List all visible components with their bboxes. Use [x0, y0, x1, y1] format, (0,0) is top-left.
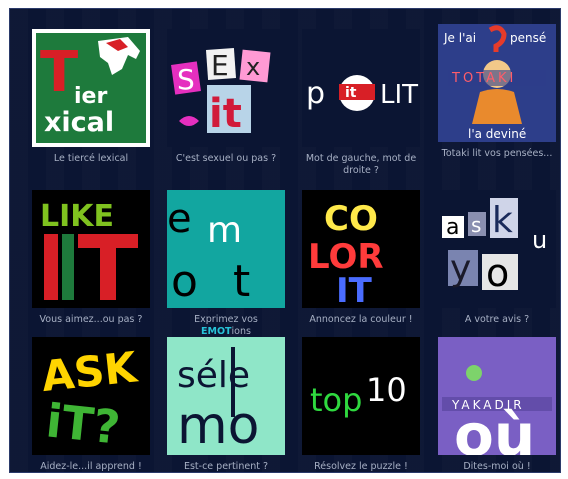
svg-text:it: it: [209, 91, 242, 137]
svg-text:TOTAKI: TOTAKI: [451, 71, 516, 86]
svg-text:T: T: [40, 40, 78, 105]
askyou-logo[interactable]: a s k u y o: [438, 190, 556, 308]
yakadir-logo[interactable]: YAKADIR où: [438, 337, 556, 455]
game-tile-yakadir[interactable]: YAKADIR où Dites-moi où !: [431, 337, 560, 472]
selemo-logo[interactable]: séle mo: [167, 337, 285, 455]
game-caption[interactable]: Mot de gauche, mot de droite ?: [295, 153, 427, 177]
colorit-logo[interactable]: CO LOR IT: [302, 190, 420, 308]
game-tile-askit[interactable]: ASK iT? Aidez-le...il apprend !: [25, 337, 157, 472]
game-tile-colorit[interactable]: CO LOR IT Annoncez la couleur !: [295, 190, 427, 326]
game-tile-likeit[interactable]: LIKE Vous aimez...ou pas ?: [25, 190, 157, 326]
svg-text:it: it: [345, 85, 357, 101]
tierce-logo[interactable]: T ier xical: [32, 29, 150, 147]
game-caption[interactable]: Annoncez la couleur !: [295, 314, 427, 326]
askit-logo[interactable]: ASK iT?: [32, 337, 150, 455]
game-caption[interactable]: C'est sexuel ou pas ?: [160, 153, 292, 165]
monk-icon: [472, 89, 522, 124]
game-tile-askyou[interactable]: a s k u y o A votre avis ?: [431, 190, 560, 326]
game-tile-totaki[interactable]: Je l'ai pensé TOTAKI l'a deviné Totaki l…: [431, 24, 560, 160]
svg-text:séle: séle: [177, 355, 250, 396]
svg-text:l'a deviné: l'a deviné: [468, 127, 526, 141]
svg-text:pensé: pensé: [510, 31, 546, 45]
sexit-logo[interactable]: S E x it: [167, 29, 285, 147]
game-caption[interactable]: Vous aimez...ou pas ?: [25, 314, 157, 326]
svg-text:p: p: [306, 76, 325, 111]
svg-text:x: x: [246, 53, 260, 81]
svg-text:xical: xical: [44, 107, 114, 138]
svg-text:ier: ier: [74, 84, 107, 109]
svg-text:s: s: [471, 213, 481, 237]
mascot-icon: [466, 365, 482, 381]
svg-text:Je l'ai: Je l'ai: [443, 31, 476, 45]
svg-text:mo: mo: [177, 396, 259, 455]
svg-text:y: y: [450, 248, 471, 289]
svg-text:top: top: [310, 381, 362, 419]
emotion-logo[interactable]: e m o t: [167, 190, 285, 308]
game-caption[interactable]: Le tiercé lexical: [25, 153, 157, 165]
game-caption[interactable]: Totaki lit vos pensées...: [431, 148, 560, 160]
likeit-logo[interactable]: LIKE: [32, 190, 150, 308]
svg-text:ASK: ASK: [39, 342, 140, 401]
game-caption[interactable]: Est-ce pertinent ?: [160, 461, 292, 472]
svg-text:u: u: [532, 226, 547, 254]
svg-text:LIT: LIT: [380, 80, 418, 110]
svg-text:k: k: [492, 200, 513, 241]
game-tile-selemo[interactable]: séle mo Est-ce pertinent ?: [160, 337, 292, 472]
games-panel: T ier xical Le tiercé lexical S E x it C…: [9, 8, 561, 473]
svg-text:o: o: [171, 256, 198, 307]
svg-text:IT: IT: [336, 271, 373, 308]
svg-text:où: où: [454, 401, 535, 455]
game-tile-sexit[interactable]: S E x it C'est sexuel ou pas ?: [160, 29, 292, 165]
svg-text:t: t: [233, 256, 250, 307]
svg-text:10: 10: [366, 371, 407, 409]
svg-text:E: E: [211, 49, 229, 82]
svg-text:e: e: [167, 196, 192, 242]
svg-text:iT?: iT?: [44, 393, 123, 454]
game-tile-emotion[interactable]: e m o t Exprimez vos EMOTions: [160, 190, 292, 338]
totaki-logo[interactable]: Je l'ai pensé TOTAKI l'a deviné: [438, 24, 556, 142]
game-caption[interactable]: A votre avis ?: [431, 314, 560, 326]
svg-text:o: o: [486, 251, 509, 295]
top10-logo[interactable]: top 10: [302, 337, 420, 455]
game-caption[interactable]: Dites-moi où !: [431, 461, 560, 472]
svg-text:S: S: [177, 63, 195, 96]
svg-text:CO: CO: [324, 199, 378, 239]
svg-text:m: m: [207, 210, 242, 251]
svg-text:a: a: [446, 215, 459, 240]
game-caption[interactable]: Aidez-le...il apprend !: [25, 461, 157, 472]
game-tile-tierce[interactable]: T ier xical Le tiercé lexical: [25, 29, 157, 165]
game-caption[interactable]: Exprimez vos EMOTions: [160, 314, 292, 338]
politlit-logo[interactable]: p it LIT: [302, 29, 420, 147]
game-tile-top10[interactable]: top 10 Résolvez le puzzle !: [295, 337, 427, 472]
svg-text:LIKE: LIKE: [40, 199, 114, 234]
game-tile-politlit[interactable]: p it LIT Mot de gauche, mot de droite ?: [295, 29, 427, 177]
game-caption[interactable]: Résolvez le puzzle !: [295, 461, 427, 472]
